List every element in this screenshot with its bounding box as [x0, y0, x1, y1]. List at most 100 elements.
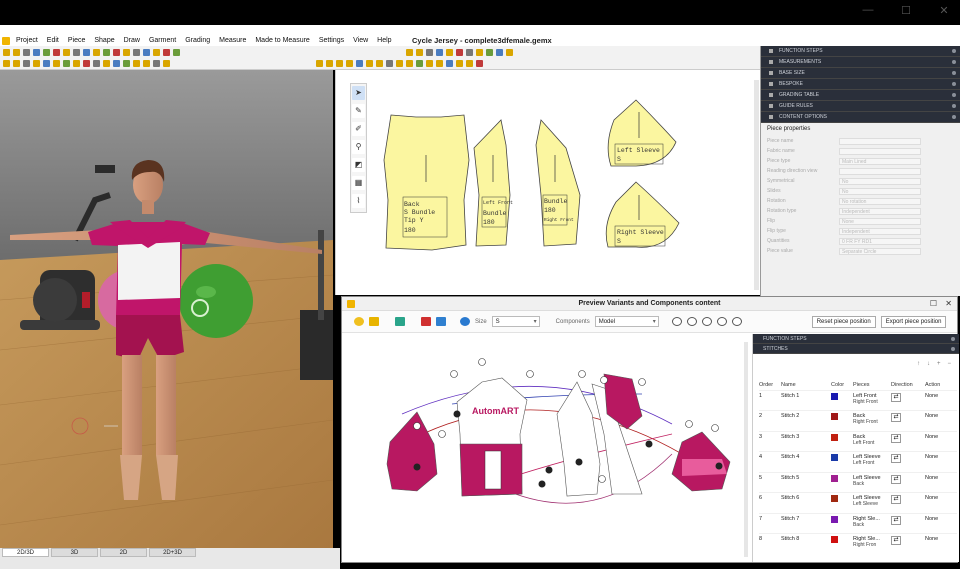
notch-icon[interactable]	[123, 49, 130, 56]
brush-tool-icon[interactable]: ⌇	[352, 194, 365, 208]
stitch-action[interactable]: None	[925, 451, 957, 472]
close-icon[interactable]: ✕	[945, 297, 952, 311]
tab-2d[interactable]: 2D	[100, 548, 147, 557]
point-icon[interactable]	[13, 60, 20, 67]
pointer-tool-icon[interactable]: ➤	[352, 86, 365, 100]
grid-icon[interactable]	[436, 49, 443, 56]
direction-swap-icon[interactable]: ⇄	[891, 433, 901, 443]
prop-field[interactable]: Main Lined	[839, 157, 921, 165]
person-icon[interactable]	[436, 317, 446, 326]
menu-shape[interactable]: Shape	[94, 37, 114, 44]
section-guide-rules[interactable]: GUIDE RULES	[761, 101, 960, 112]
stitch-color-cell[interactable]	[831, 471, 853, 493]
tab-2d3d[interactable]: 2D/3D	[2, 548, 49, 557]
menu-draw[interactable]: Draw	[124, 37, 140, 44]
measure-icon[interactable]	[83, 49, 90, 56]
stitch-color-cell[interactable]	[831, 512, 853, 534]
direction-swap-icon[interactable]: ⇄	[891, 495, 901, 504]
table-row[interactable]: 5 Stitch 5 Left Sleeve Back ⇄ None	[759, 471, 957, 493]
play-icon[interactable]	[395, 317, 405, 326]
stitch-action[interactable]: None	[925, 389, 957, 411]
dress-icon[interactable]	[103, 60, 110, 67]
menu-view[interactable]: View	[353, 37, 368, 44]
stitch-direction[interactable]: ⇄	[891, 410, 925, 431]
zoom-selection-icon[interactable]	[716, 317, 727, 326]
stitch-icon[interactable]	[113, 49, 120, 56]
export-icon[interactable]	[476, 49, 483, 56]
section-grading-table[interactable]: GRADING TABLE	[761, 90, 960, 101]
seam-icon[interactable]	[346, 60, 353, 67]
export-piece-position-button[interactable]: Export piece position	[880, 315, 947, 328]
section-base-size[interactable]: BASE SIZE	[761, 68, 960, 79]
2d-pattern-area[interactable]: Back S Bundle Tip Y 180 Left Front Bundl…	[335, 70, 760, 295]
mirror-icon[interactable]	[103, 49, 110, 56]
menu-edit[interactable]: Edit	[47, 37, 59, 44]
fabric-icon[interactable]	[173, 49, 180, 56]
section-function-steps[interactable]: FUNCTION STEPS	[761, 46, 960, 57]
prop-field[interactable]	[839, 167, 921, 175]
rotate-icon[interactable]	[326, 60, 333, 67]
prop-field[interactable]	[839, 147, 921, 155]
avatar-icon[interactable]	[93, 60, 100, 67]
lock-icon[interactable]	[456, 60, 463, 67]
section-measurements[interactable]: MEASUREMENTS	[761, 57, 960, 68]
prop-field[interactable]: No	[839, 187, 921, 195]
menu-project[interactable]: Project	[16, 37, 38, 44]
button-icon[interactable]	[153, 49, 160, 56]
grade-icon[interactable]	[93, 49, 100, 56]
offset-icon[interactable]	[63, 60, 70, 67]
refresh-icon[interactable]	[354, 317, 364, 326]
dart-icon[interactable]	[133, 49, 140, 56]
stitch-color-swatch[interactable]	[831, 433, 838, 441]
stitch-color-cell[interactable]	[831, 410, 853, 431]
split-icon[interactable]	[83, 60, 90, 67]
stitch-action[interactable]: None	[925, 533, 957, 554]
maximize-button[interactable]: ☐	[900, 4, 912, 17]
zoom-fit-icon[interactable]	[701, 317, 712, 326]
camera-icon[interactable]	[143, 60, 150, 67]
import-icon[interactable]	[486, 49, 493, 56]
zoom-all-icon[interactable]	[731, 317, 742, 326]
stitch-action[interactable]: None	[925, 492, 957, 513]
menu-measure[interactable]: Measure	[219, 37, 246, 44]
node-tool-icon[interactable]: ✎	[352, 104, 365, 118]
zoom-in-icon[interactable]	[406, 49, 413, 56]
prop-field[interactable]: Independent	[839, 227, 921, 235]
paste-icon[interactable]	[73, 49, 80, 56]
stitch-action[interactable]: None	[925, 410, 957, 431]
sync-icon[interactable]	[460, 317, 470, 326]
prop-field[interactable]: 0 FR FY RD1	[839, 237, 921, 245]
section-function-steps[interactable]: FUNCTION STEPS	[753, 334, 959, 344]
rect-icon[interactable]	[53, 60, 60, 67]
maximize-icon[interactable]: ☐	[930, 297, 937, 311]
nest-icon[interactable]	[406, 60, 413, 67]
join-icon[interactable]	[73, 60, 80, 67]
stitch-direction[interactable]: ⇄	[891, 512, 925, 534]
components-select[interactable]: Model	[594, 316, 659, 327]
3d-viewport[interactable]	[0, 70, 333, 548]
unlock-icon[interactable]	[466, 60, 473, 67]
zoom-out-icon[interactable]	[416, 49, 423, 56]
tab-2d-plus-3d[interactable]: 2D+3D	[149, 548, 196, 557]
label-icon[interactable]	[356, 60, 363, 67]
table-row[interactable]: 6 Stitch 6 Left Sleeve Left Sleeve ⇄ None	[759, 492, 957, 513]
section-stitches[interactable]: STITCHES	[753, 344, 959, 354]
undo-icon[interactable]	[496, 49, 503, 56]
render-icon[interactable]	[153, 60, 160, 67]
stitch-color-swatch[interactable]	[831, 392, 838, 400]
circle-icon[interactable]	[43, 60, 50, 67]
stitch-color-swatch[interactable]	[831, 536, 838, 543]
stitch-direction[interactable]: ⇄	[891, 430, 925, 452]
preview-scrollbar[interactable]	[744, 342, 748, 557]
sim-icon[interactable]	[113, 60, 120, 67]
move-down-icon[interactable]: ↓	[927, 361, 930, 367]
zoom-out-icon[interactable]	[671, 317, 682, 326]
size-icon[interactable]	[376, 60, 383, 67]
table-row[interactable]: 8 Stitch 8 Right Sle... Right Fron ⇄ None	[759, 533, 957, 554]
table-row[interactable]: 2 Stitch 2 Back Right Front ⇄ None	[759, 410, 957, 431]
line-icon[interactable]	[23, 60, 30, 67]
menu-grading[interactable]: Grading	[185, 37, 210, 44]
avatar-icon[interactable]	[421, 317, 431, 326]
align-icon[interactable]	[316, 60, 323, 67]
prop-field[interactable]: Separate Circle	[839, 247, 921, 255]
